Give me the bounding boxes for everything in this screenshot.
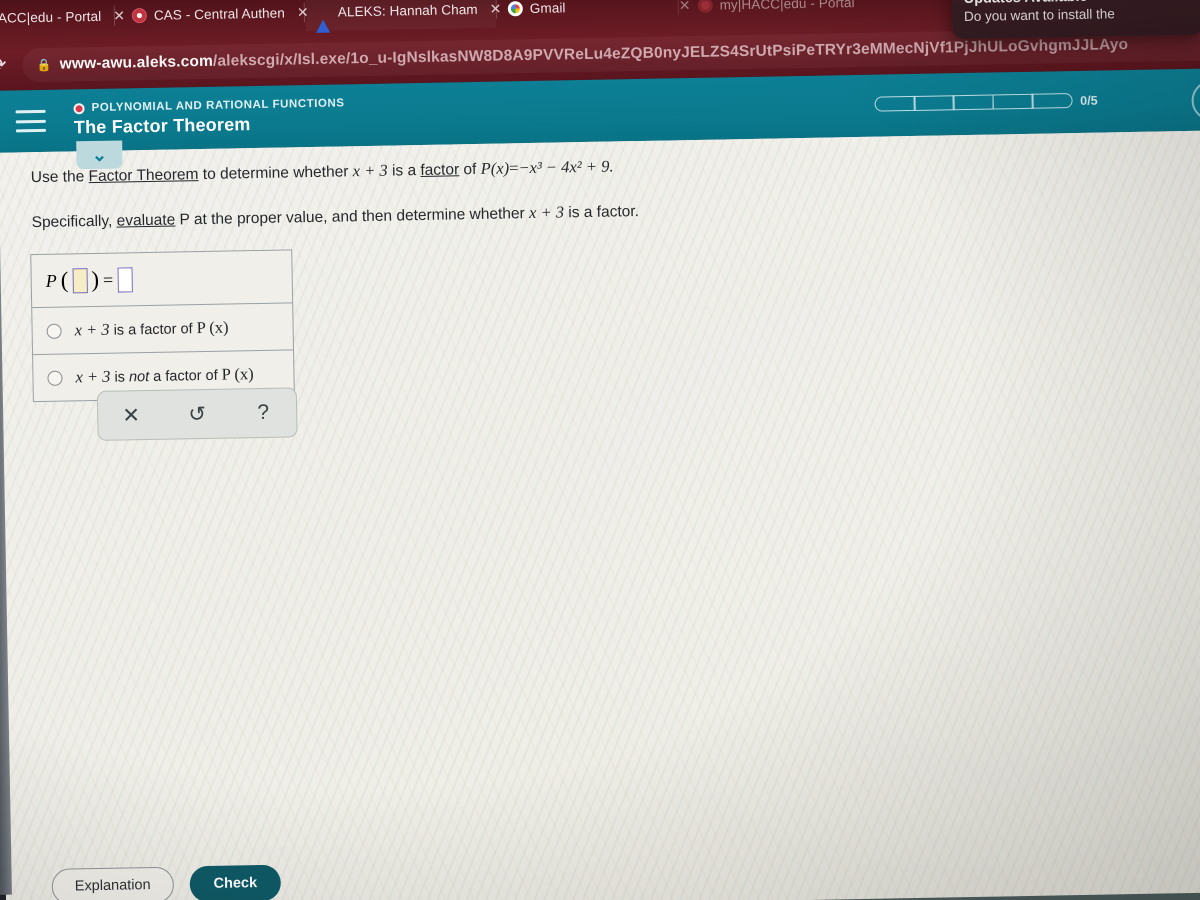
screen-surface: ACC|edu - Portal ✕ CAS - Central Authen … <box>0 0 1200 900</box>
browser-tab-label: Gmail <box>529 0 566 16</box>
lock-icon: 🔒 <box>36 57 52 73</box>
text-fragment: to determine whether <box>198 163 353 184</box>
evaluate-equation: P ( ) = <box>45 266 133 294</box>
option-not-factor[interactable]: x + 3 is not a factor of P (x) <box>47 364 254 388</box>
eq-close-paren: ) <box>91 266 100 293</box>
browser-tab-myhacc[interactable]: ✕ my|HACC|edu - Portal <box>663 0 855 25</box>
problem-line-2: Specifically, evaluate P at the proper v… <box>31 196 851 234</box>
url-text: www-awu.aleks.com/alekscgi/x/Isl.exe/1o_… <box>60 36 1129 74</box>
progress-bar <box>874 93 1073 112</box>
close-icon[interactable]: ✕ <box>679 0 691 14</box>
option-row-is-factor[interactable]: x + 3 is a factor of P (x) <box>32 303 294 356</box>
option-text: a factor of <box>149 367 222 386</box>
factor-theorem-link[interactable]: Factor Theorem <box>88 166 198 185</box>
option-expr: x + 3 <box>75 366 111 387</box>
expr-x-plus-3: x + 3 <box>528 202 565 222</box>
header-category-label: POLYNOMIAL AND RATIONAL FUNCTIONS <box>91 97 345 115</box>
system-notification[interactable]: A APP STORE Updates Available Do you wan… <box>951 0 1200 40</box>
poly-p: P <box>480 158 491 178</box>
hamburger-icon[interactable] <box>15 109 46 133</box>
record-dot-icon <box>73 102 85 114</box>
eq-open-paren: ( <box>60 267 69 293</box>
undo-arrow-icon[interactable]: ↺ <box>175 401 219 427</box>
browser-tab-label: ALEKS: Hannah Cham <box>337 1 478 19</box>
option-text: is a factor of <box>109 321 197 339</box>
photo-of-screen: ACC|edu - Portal ✕ CAS - Central Authen … <box>0 0 1200 900</box>
text-fragment: of <box>459 160 481 179</box>
explanation-button[interactable]: Explanation <box>51 866 174 900</box>
option-expr: x + 3 <box>74 319 110 340</box>
url-host: www-awu.aleks.com <box>59 52 214 73</box>
progress-segment <box>913 95 955 111</box>
answer-card: P ( ) = x + 3 is a factor of P (x) x + 3 <box>30 249 295 403</box>
aleks-icon <box>315 4 331 33</box>
browser-tab-label: CAS - Central Authen <box>153 4 286 23</box>
text-fragment: P at the proper value, and then determin… <box>175 204 530 229</box>
url-path: /alekscgi/x/Isl.exe/1o_u-IgNslkasNW8D8A9… <box>212 36 1129 70</box>
problem-statement: Use the Factor Theorem to determine whet… <box>31 151 853 256</box>
option-label: x + 3 is a factor of P (x) <box>74 318 228 341</box>
option-fn: P (x) <box>221 364 254 384</box>
factor-link[interactable]: factor <box>420 161 459 179</box>
notification-body: Do you want to install the <box>963 6 1115 25</box>
input-toolbar: ✕ ↺ ? <box>96 387 298 441</box>
option-text: is <box>110 369 130 386</box>
action-bar: Explanation Check <box>5 834 1200 900</box>
browser-tab-gmail[interactable]: Gmail <box>497 0 638 28</box>
cas-icon <box>131 7 148 23</box>
progress-segment <box>992 93 1034 110</box>
argument-input[interactable] <box>72 267 88 293</box>
progress-indicator: 0/5 <box>874 93 1098 112</box>
check-button[interactable]: Check <box>189 864 282 900</box>
progress-segment <box>874 95 916 112</box>
radio-not-factor[interactable] <box>47 370 63 386</box>
radio-is-factor[interactable] <box>46 323 62 339</box>
header-category: POLYNOMIAL AND RATIONAL FUNCTIONS <box>73 97 345 115</box>
browser-tab-label: my|HACC|edu - Portal <box>719 0 855 12</box>
option-not: not <box>128 369 150 386</box>
option-fn: P (x) <box>196 317 229 338</box>
close-x-icon[interactable]: ✕ <box>109 402 153 428</box>
text-fragment: Specifically, <box>31 212 117 232</box>
browser-tab-cas[interactable]: CAS - Central Authen ✕ <box>122 0 309 34</box>
header-titles: POLYNOMIAL AND RATIONAL FUNCTIONS The Fa… <box>73 97 345 138</box>
reload-icon[interactable]: ⟳ <box>0 52 11 78</box>
poly-arg: (x) <box>490 158 510 178</box>
eq-p-label: P <box>45 270 57 291</box>
progress-segment <box>952 94 995 111</box>
avatar[interactable]: H <box>1191 80 1200 121</box>
polynomial-expression: P(x)=−x³ − 4x² + 9. <box>481 156 614 177</box>
option-is-factor[interactable]: x + 3 is a factor of P (x) <box>46 318 229 341</box>
browser-tab-label: ACC|edu - Portal <box>0 8 102 26</box>
text-fragment: Use the <box>30 168 89 187</box>
result-input[interactable] <box>116 266 133 293</box>
progress-count: 0/5 <box>1080 93 1098 108</box>
expr-x-plus-3: x + 3 <box>352 160 388 181</box>
text-fragment: is a <box>387 162 421 180</box>
eq-equals: = <box>102 269 114 290</box>
exercise-page: ⌄ Use the Factor Theorem to determine wh… <box>0 130 1200 900</box>
poly-equals: = <box>508 158 519 178</box>
browser-tab-hacc-portal[interactable]: ACC|edu - Portal ✕ <box>0 0 125 37</box>
text-fragment: is a factor. <box>563 202 640 222</box>
hacc-icon <box>697 0 713 13</box>
option-label: x + 3 is not a factor of P (x) <box>75 364 253 387</box>
evaluate-link[interactable]: evaluate <box>116 211 175 229</box>
question-mark-icon[interactable]: ? <box>241 401 285 426</box>
progress-segment <box>1031 93 1073 109</box>
evaluate-row: P ( ) = <box>31 250 293 309</box>
gmail-icon <box>507 0 523 16</box>
page-title: The Factor Theorem <box>73 114 251 138</box>
poly-rhs: −x³ − 4x² + 9. <box>518 156 614 178</box>
problem-line-1: Use the Factor Theorem to determine whet… <box>31 151 851 189</box>
browser-tab-aleks[interactable]: ALEKS: Hannah Cham ✕ <box>305 0 502 33</box>
